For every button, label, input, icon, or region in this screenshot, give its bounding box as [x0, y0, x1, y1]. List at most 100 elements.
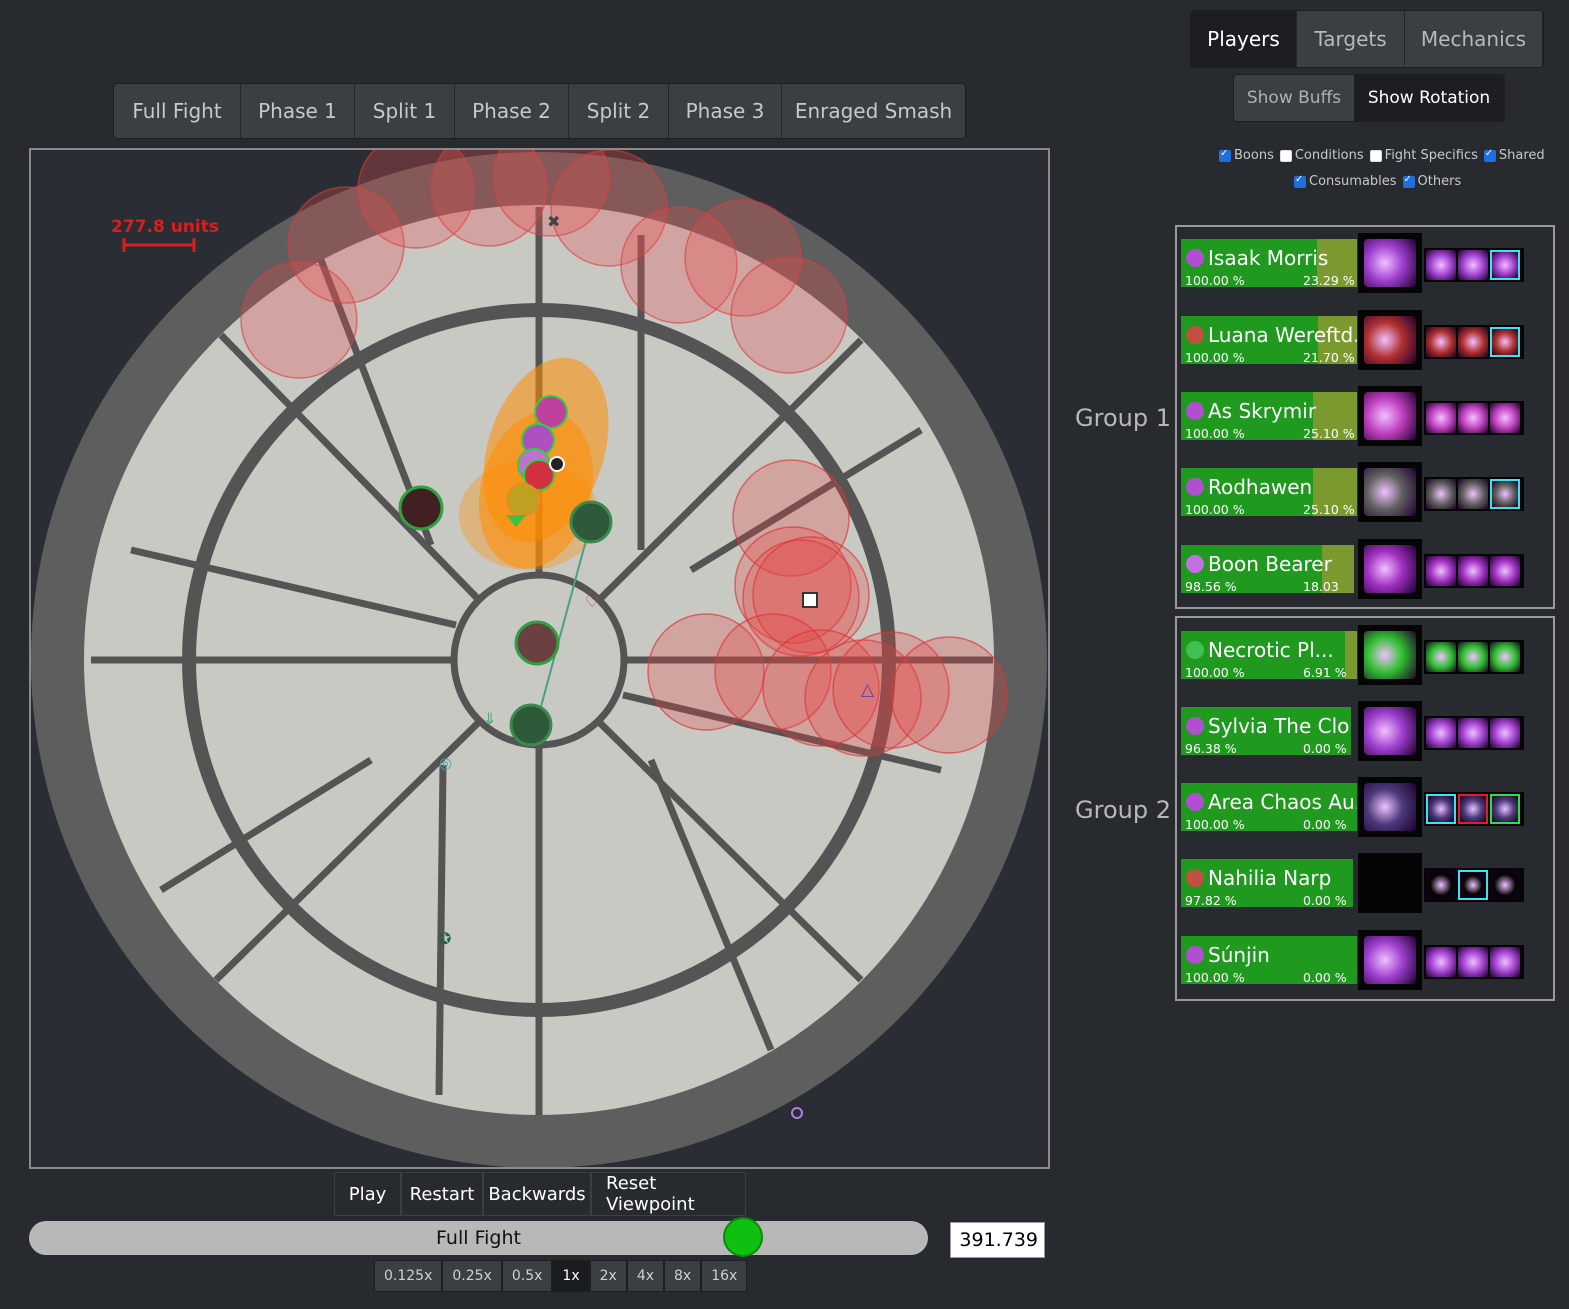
marker-circle-icon — [791, 1107, 803, 1119]
player-name-container: Rodhawen — [1186, 475, 1312, 499]
player-health-bar: Súnjin 100.00 % 0.00 % — [1181, 936, 1357, 984]
speed-button[interactable]: 0.125x — [374, 1260, 443, 1292]
player-row[interactable]: Súnjin 100.00 % 0.00 % — [1181, 930, 1526, 990]
tab-mechanics[interactable]: Mechanics — [1405, 11, 1543, 67]
phase-tab[interactable]: Phase 1 — [241, 84, 355, 138]
backwards-button[interactable]: Backwards — [483, 1172, 591, 1216]
skill-art — [1364, 707, 1416, 755]
player-health-bar: Area Chaos Au... 100.00 % 0.00 % — [1181, 783, 1357, 831]
skill-icon — [1490, 250, 1520, 280]
skill-icon — [1458, 947, 1488, 977]
marker-arrow-icon: ⇓ — [483, 709, 496, 728]
filter-checkbox[interactable] — [1483, 148, 1496, 162]
restart-button[interactable]: Restart — [401, 1172, 483, 1216]
tab-show-buffs[interactable]: Show Buffs — [1234, 75, 1354, 121]
speed-button[interactable]: 8x — [664, 1260, 702, 1292]
player-health-value: 100.00 % — [1185, 350, 1245, 364]
skill-icon — [1490, 327, 1520, 357]
player-health-bar: Isaak Morris 100.00 % 23.29 % — [1181, 239, 1357, 287]
player-barrier-value: 25.10 % — [1303, 426, 1355, 440]
player-barrier-value: 0.00 % — [1303, 817, 1347, 831]
player-row[interactable]: Luana Wereftd... 100.00 % 21.70 % — [1181, 310, 1526, 370]
player-row[interactable]: Isaak Morris 100.00 % 23.29 % — [1181, 233, 1526, 293]
tab-players[interactable]: Players — [1191, 11, 1297, 67]
timeline-knob[interactable] — [723, 1217, 763, 1257]
mesmer-icon — [1186, 249, 1204, 267]
skill-icon — [1458, 870, 1488, 900]
player-name: Boon Bearer — [1208, 552, 1332, 576]
necromancer-icon — [1186, 641, 1204, 659]
skill-icon — [1458, 556, 1488, 586]
skill-icon — [1426, 794, 1456, 824]
filter-checkbox[interactable] — [1402, 174, 1415, 188]
player-health-value: 100.00 % — [1185, 502, 1245, 516]
buff-filters-row1: Boons Conditions Fight Specifics Shared — [1213, 148, 1545, 163]
skill-art — [1364, 631, 1416, 679]
mesmer-icon — [1186, 717, 1204, 735]
current-skill-icon — [1358, 233, 1422, 293]
filter-checkbox[interactable] — [1219, 148, 1231, 162]
time-input[interactable] — [950, 1222, 1045, 1258]
play-button[interactable]: Play — [334, 1172, 401, 1216]
speed-button[interactable]: 0.5x — [501, 1260, 553, 1292]
recent-skills — [1424, 477, 1524, 511]
player-row[interactable]: As Skrymir 100.00 % 25.10 % — [1181, 386, 1526, 446]
player-row[interactable]: Necrotic Pl... 100.00 % 6.91 % — [1181, 625, 1526, 685]
reset-viewpoint-button[interactable]: Reset Viewpoint — [591, 1172, 746, 1216]
player-name: Necrotic Pl... — [1208, 638, 1334, 662]
group-label: Group 1 — [1075, 404, 1171, 432]
current-skill-icon — [1358, 539, 1422, 599]
current-skill-icon — [1358, 462, 1422, 522]
player-health-bar: Rodhawen 100.00 % 25.10 % — [1181, 468, 1357, 516]
arena-svg: 277.8 units ✖ ♡ △ ⇓ ◎ ✪ — [31, 150, 1047, 1167]
recent-skills — [1424, 716, 1524, 750]
player-row[interactable]: Sylvia The Clone 96.38 % 0.00 % — [1181, 701, 1526, 761]
player-row[interactable]: Boon Bearer 98.56 % 18.03 % — [1181, 539, 1526, 599]
speed-button[interactable]: 1x — [552, 1260, 590, 1292]
mesmer-icon — [1186, 793, 1204, 811]
filter-checkbox[interactable] — [1369, 149, 1382, 162]
skill-icon — [1490, 642, 1520, 672]
speed-button[interactable]: 4x — [626, 1260, 665, 1292]
skill-icon — [1426, 718, 1456, 748]
phase-tab[interactable]: Full Fight — [114, 84, 241, 138]
phase-tab[interactable]: Split 1 — [355, 84, 455, 138]
player-name: Nahilia Narp — [1208, 866, 1332, 890]
skill-art — [1364, 545, 1416, 593]
player-row[interactable]: Nahilia Narp 97.82 % 0.00 % — [1181, 853, 1526, 913]
speed-button[interactable]: 16x — [701, 1260, 748, 1292]
player-barrier-value: 0.00 % — [1303, 741, 1347, 755]
recent-skills — [1424, 554, 1524, 588]
tab-show-rotation[interactable]: Show Rotation — [1354, 75, 1504, 121]
skill-icon — [1458, 642, 1488, 672]
filter-checkbox[interactable] — [1294, 174, 1306, 188]
npc-marker — [509, 703, 553, 747]
phase-tab[interactable]: Phase 2 — [455, 84, 569, 138]
filter-checkbox[interactable] — [1279, 149, 1292, 162]
skill-icon — [1458, 718, 1488, 748]
current-skill-icon — [1358, 930, 1422, 990]
player-name: Sylvia The Clone — [1208, 714, 1351, 738]
player-row[interactable]: Rodhawen 100.00 % 25.10 % — [1181, 462, 1526, 522]
speed-button[interactable]: 0.25x — [442, 1260, 502, 1292]
player-barrier-value: 18.03 % — [1303, 579, 1339, 593]
speed-button[interactable]: 2x — [589, 1260, 627, 1292]
combat-replay-map[interactable]: 277.8 units ✖ ♡ △ ⇓ ◎ ✪ — [29, 148, 1050, 1169]
player-health-bar: Necrotic Pl... 100.00 % 6.91 % — [1181, 631, 1357, 679]
phase-tab[interactable]: Phase 3 — [669, 84, 782, 138]
phase-tab[interactable]: Split 2 — [569, 84, 669, 138]
skill-icon — [1490, 794, 1520, 824]
player-barrier-value: 6.91 % — [1303, 665, 1347, 679]
timeline-slider[interactable]: Full Fight — [29, 1217, 928, 1257]
player-name-container: Necrotic Pl... — [1186, 638, 1334, 662]
filter-label: Consumables — [1309, 174, 1397, 189]
skill-art — [1364, 316, 1416, 364]
skill-art — [1364, 783, 1416, 831]
player-health-value: 97.82 % — [1185, 893, 1237, 907]
player-row[interactable]: Area Chaos Au... 100.00 % 0.00 % — [1181, 777, 1526, 837]
tab-targets[interactable]: Targets — [1297, 11, 1405, 67]
skill-art — [1364, 468, 1416, 516]
phase-tab[interactable]: Enraged Smash — [782, 84, 965, 138]
skill-icon — [1490, 947, 1520, 977]
current-skill-icon — [1358, 625, 1422, 685]
